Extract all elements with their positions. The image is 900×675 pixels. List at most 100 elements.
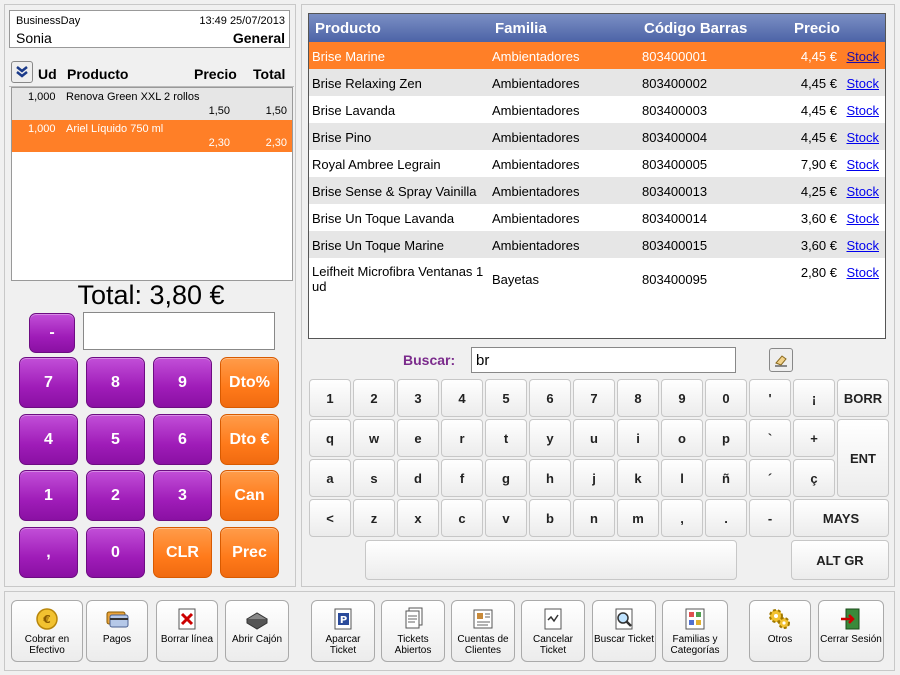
- kb-key-cedilla[interactable]: ç: [793, 459, 835, 497]
- shift-key[interactable]: MAYS: [793, 499, 889, 537]
- cancel-ticket-button[interactable]: Cancelar Ticket: [521, 600, 585, 662]
- kb-key-4[interactable]: 4: [441, 379, 483, 417]
- open-tickets-button[interactable]: Tickets Abiertos: [381, 600, 445, 662]
- key-8[interactable]: 8: [86, 357, 145, 408]
- kb-key-s[interactable]: s: [353, 459, 395, 497]
- payments-button[interactable]: Pagos: [86, 600, 148, 662]
- logout-button[interactable]: Cerrar Sesión: [818, 600, 884, 662]
- kb-key-a[interactable]: a: [309, 459, 351, 497]
- kb-key-grave[interactable]: `: [749, 419, 791, 457]
- product-row[interactable]: Royal Ambree Legrain Ambientadores 80340…: [309, 150, 885, 177]
- kb-key-y[interactable]: y: [529, 419, 571, 457]
- ticket-lines-list[interactable]: 1,000 Renova Green XXL 2 rollos 1,50 1,5…: [11, 87, 293, 281]
- kb-key-r[interactable]: r: [441, 419, 483, 457]
- kb-key-u[interactable]: u: [573, 419, 615, 457]
- stock-link[interactable]: Stock: [846, 265, 879, 280]
- kb-key-p[interactable]: p: [705, 419, 747, 457]
- ticket-line[interactable]: 1,000 Ariel Líquido 750 ml 2,30 2,30: [12, 120, 292, 152]
- enter-key[interactable]: ENT: [837, 419, 889, 497]
- kb-key-v[interactable]: v: [485, 499, 527, 537]
- key-6[interactable]: 6: [153, 414, 212, 465]
- price-button[interactable]: Prec: [220, 527, 279, 578]
- product-row[interactable]: Brise Un Toque Lavanda Ambientadores 803…: [309, 204, 885, 231]
- kb-key-acute[interactable]: ´: [749, 459, 791, 497]
- stock-link[interactable]: Stock: [846, 76, 879, 91]
- stock-link[interactable]: Stock: [846, 130, 879, 145]
- key-0[interactable]: 0: [86, 527, 145, 578]
- others-button[interactable]: Otros: [749, 600, 811, 662]
- kb-key-j[interactable]: j: [573, 459, 615, 497]
- kb-key-w[interactable]: w: [353, 419, 395, 457]
- kb-key-comma[interactable]: ,: [661, 499, 703, 537]
- kb-key-8[interactable]: 8: [617, 379, 659, 417]
- key-4[interactable]: 4: [19, 414, 78, 465]
- kb-key-7[interactable]: 7: [573, 379, 615, 417]
- families-categories-button[interactable]: Familias y Categorías: [662, 600, 728, 662]
- kb-key-2[interactable]: 2: [353, 379, 395, 417]
- search-ticket-button[interactable]: Buscar Ticket: [592, 600, 656, 662]
- kb-key-x[interactable]: x: [397, 499, 439, 537]
- kb-key-c[interactable]: c: [441, 499, 483, 537]
- stock-link[interactable]: Stock: [846, 238, 879, 253]
- kb-key-inverted-exclamation[interactable]: ¡: [793, 379, 835, 417]
- ticket-line[interactable]: 1,000 Renova Green XXL 2 rollos 1,50 1,5…: [12, 88, 292, 120]
- customer-accounts-button[interactable]: Cuentas de Clientes: [451, 600, 515, 662]
- kb-key-f[interactable]: f: [441, 459, 483, 497]
- stock-link[interactable]: Stock: [846, 49, 879, 64]
- kb-key-o[interactable]: o: [661, 419, 703, 457]
- key-7[interactable]: 7: [19, 357, 78, 408]
- product-row[interactable]: Brise Marine Ambientadores 803400001 4,4…: [309, 42, 885, 69]
- open-drawer-button[interactable]: Abrir Cajón: [225, 600, 289, 662]
- kb-key-e[interactable]: e: [397, 419, 439, 457]
- amount-field[interactable]: [83, 312, 275, 350]
- kb-key-d[interactable]: d: [397, 459, 439, 497]
- kb-key-3[interactable]: 3: [397, 379, 439, 417]
- key-1[interactable]: 1: [19, 470, 78, 521]
- kb-key-g[interactable]: g: [485, 459, 527, 497]
- alt-gr-key[interactable]: ALT GR: [791, 540, 889, 580]
- expand-lines-button[interactable]: [11, 61, 33, 83]
- stock-link[interactable]: Stock: [846, 211, 879, 226]
- product-row[interactable]: Brise Sense & Spray Vainilla Ambientador…: [309, 177, 885, 204]
- kb-key-minus[interactable]: -: [749, 499, 791, 537]
- kb-key-n[interactable]: n: [573, 499, 615, 537]
- key-9[interactable]: 9: [153, 357, 212, 408]
- clear-button[interactable]: CLR: [153, 527, 212, 578]
- kb-key-h[interactable]: h: [529, 459, 571, 497]
- discount-percent-button[interactable]: Dto%: [220, 357, 279, 408]
- kb-key-6[interactable]: 6: [529, 379, 571, 417]
- discount-euro-button[interactable]: Dto €: [220, 414, 279, 465]
- kb-key-enie[interactable]: ñ: [705, 459, 747, 497]
- kb-key-m[interactable]: m: [617, 499, 659, 537]
- stock-link[interactable]: Stock: [846, 103, 879, 118]
- key-3[interactable]: 3: [153, 470, 212, 521]
- kb-key-z[interactable]: z: [353, 499, 395, 537]
- key-5[interactable]: 5: [86, 414, 145, 465]
- delete-line-button[interactable]: Borrar línea: [156, 600, 218, 662]
- product-row[interactable]: Brise Pino Ambientadores 803400004 4,45 …: [309, 123, 885, 150]
- stock-link[interactable]: Stock: [846, 184, 879, 199]
- search-input[interactable]: [471, 347, 736, 373]
- kb-key-i[interactable]: i: [617, 419, 659, 457]
- space-key[interactable]: [365, 540, 737, 580]
- kb-key-9[interactable]: 9: [661, 379, 703, 417]
- search-clear-button[interactable]: [769, 348, 793, 372]
- product-row[interactable]: Brise Un Toque Marine Ambientadores 8034…: [309, 231, 885, 258]
- kb-key-l[interactable]: l: [661, 459, 703, 497]
- park-ticket-button[interactable]: P Aparcar Ticket: [311, 600, 375, 662]
- minus-button[interactable]: -: [29, 313, 75, 353]
- key-comma[interactable]: ,: [19, 527, 78, 578]
- product-row[interactable]: Leifheit Microfibra Ventanas 1 ud Bayeta…: [309, 258, 885, 298]
- kb-key-k[interactable]: k: [617, 459, 659, 497]
- kb-key-b[interactable]: b: [529, 499, 571, 537]
- key-2[interactable]: 2: [86, 470, 145, 521]
- kb-key-1[interactable]: 1: [309, 379, 351, 417]
- quantity-button[interactable]: Can: [220, 470, 279, 521]
- backspace-key[interactable]: BORR: [837, 379, 889, 417]
- products-grid[interactable]: Producto Familia Código Barras Precio Br…: [308, 13, 886, 339]
- kb-key-period[interactable]: .: [705, 499, 747, 537]
- kb-key-q[interactable]: q: [309, 419, 351, 457]
- product-row[interactable]: Brise Relaxing Zen Ambientadores 8034000…: [309, 69, 885, 96]
- kb-key-5[interactable]: 5: [485, 379, 527, 417]
- cash-payment-button[interactable]: € Cobrar en Efectivo: [11, 600, 83, 662]
